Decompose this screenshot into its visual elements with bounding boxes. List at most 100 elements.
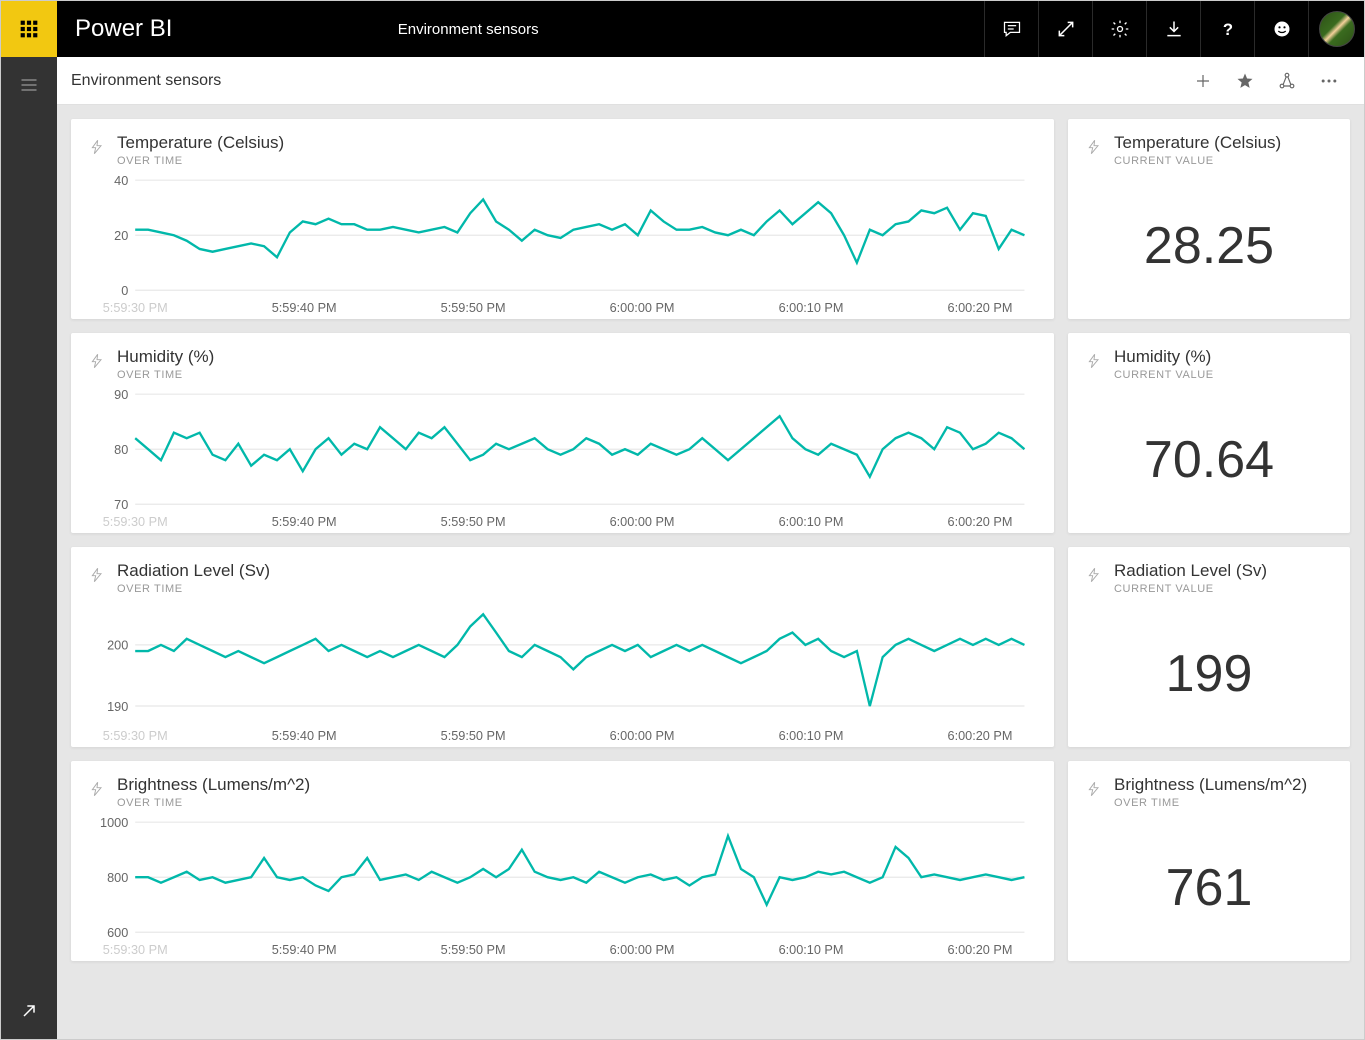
svg-text:200: 200 (107, 637, 128, 652)
tile-header: Temperature (Celsius) CURRENT VALUE (1068, 119, 1350, 173)
svg-text:5:59:30 PM: 5:59:30 PM (103, 728, 168, 743)
line-chart[interactable]: 708090 5:59:30 PM5:59:40 PM5:59:50 PM6:0… (89, 387, 1036, 531)
chart-tile[interactable]: Temperature (Celsius) OVER TIME 02040 5:… (71, 119, 1054, 319)
avatar-icon (1319, 11, 1355, 47)
download-button[interactable] (1146, 1, 1200, 57)
account-button[interactable] (1308, 1, 1364, 57)
tile-title: Humidity (%) (117, 347, 214, 367)
current-value: 28.25 (1144, 216, 1274, 276)
svg-text:6:00:10 PM: 6:00:10 PM (779, 300, 844, 315)
tile-subtitle: OVER TIME (117, 797, 310, 809)
tile-title: Radiation Level (Sv) (117, 561, 270, 581)
value-body: 199 (1068, 601, 1350, 747)
plus-icon (1194, 72, 1212, 90)
share-button[interactable] (1266, 57, 1308, 105)
svg-text:6:00:20 PM: 6:00:20 PM (948, 514, 1013, 529)
tile-title: Brightness (Lumens/m^2) (1114, 775, 1307, 795)
brand-label: Power BI (75, 15, 172, 43)
bolt-icon (1086, 779, 1102, 799)
settings-button[interactable] (1092, 1, 1146, 57)
expand-icon (1056, 19, 1076, 39)
svg-text:6:00:10 PM: 6:00:10 PM (779, 728, 844, 743)
svg-text:6:00:00 PM: 6:00:00 PM (610, 728, 675, 743)
nav-toggle-button[interactable] (1, 57, 57, 113)
feedback-button[interactable] (1254, 1, 1308, 57)
tile-title: Temperature (Celsius) (117, 133, 284, 153)
sub-header: Environment sensors (57, 57, 1364, 105)
more-icon (1319, 71, 1339, 91)
svg-text:90: 90 (114, 387, 128, 402)
arrow-out-icon (19, 1001, 39, 1021)
favorite-button[interactable] (1224, 57, 1266, 105)
svg-text:5:59:30 PM: 5:59:30 PM (103, 514, 168, 529)
app-launcher-button[interactable] (1, 1, 57, 57)
svg-text:6:00:20 PM: 6:00:20 PM (948, 728, 1013, 743)
tile-header: Humidity (%) CURRENT VALUE (1068, 333, 1350, 387)
tile-header: Brightness (Lumens/m^2) OVER TIME (1068, 761, 1350, 815)
comment-icon (1002, 19, 1022, 39)
value-body: 28.25 (1068, 173, 1350, 319)
line-chart[interactable]: 6008001000 5:59:30 PM5:59:40 PM5:59:50 P… (89, 815, 1036, 959)
value-tile[interactable]: Humidity (%) CURRENT VALUE 70.64 (1068, 333, 1350, 533)
svg-text:6:00:00 PM: 6:00:00 PM (610, 514, 675, 529)
top-actions: ? (984, 1, 1364, 57)
comments-button[interactable] (984, 1, 1038, 57)
more-button[interactable] (1308, 57, 1350, 105)
chart-body: 02040 5:59:30 PM5:59:40 PM5:59:50 PM6:00… (71, 173, 1054, 323)
tile-subtitle: CURRENT VALUE (1114, 369, 1214, 381)
svg-text:5:59:40 PM: 5:59:40 PM (272, 728, 337, 743)
chart-tile[interactable]: Brightness (Lumens/m^2) OVER TIME 600800… (71, 761, 1054, 961)
streaming-icon (1086, 779, 1102, 804)
tile-subtitle: CURRENT VALUE (1114, 583, 1267, 595)
streaming-icon (1086, 351, 1102, 376)
dashboard-row: Brightness (Lumens/m^2) OVER TIME 600800… (71, 761, 1350, 961)
line-chart[interactable]: 190 200 5:59:30 PM 5:59:40 PM 5:59:50 PM 6:0… (89, 601, 1036, 745)
current-value: 199 (1166, 644, 1253, 704)
line-chart[interactable]: 02040 5:59:30 PM5:59:40 PM5:59:50 PM6:00… (89, 173, 1036, 317)
bolt-icon (1086, 565, 1102, 585)
dashboard-grid: Temperature (Celsius) OVER TIME 02040 5:… (57, 105, 1364, 1039)
svg-text:5:59:30 PM: 5:59:30 PM (103, 942, 168, 957)
document-title: Environment sensors (172, 21, 984, 38)
svg-text:?: ? (1222, 20, 1232, 39)
top-bar: Power BI Environment sensors ? (1, 1, 1364, 57)
add-tile-button[interactable] (1182, 57, 1224, 105)
svg-text:5:59:40 PM: 5:59:40 PM (272, 514, 337, 529)
fullscreen-button[interactable] (1038, 1, 1092, 57)
chart-tile[interactable]: Radiation Level (Sv) OVER TIME 190 200 5:… (71, 547, 1054, 747)
value-tile[interactable]: Radiation Level (Sv) CURRENT VALUE 199 (1068, 547, 1350, 747)
tile-title: Humidity (%) (1114, 347, 1214, 367)
svg-text:190: 190 (107, 699, 128, 714)
download-icon (1164, 19, 1184, 39)
help-button[interactable]: ? (1200, 1, 1254, 57)
svg-text:5:59:50 PM: 5:59:50 PM (441, 728, 506, 743)
breadcrumb: Environment sensors (71, 72, 221, 90)
svg-text:6:00:00 PM: 6:00:00 PM (610, 300, 675, 315)
value-tile[interactable]: Temperature (Celsius) CURRENT VALUE 28.2… (1068, 119, 1350, 319)
tile-header: Brightness (Lumens/m^2) OVER TIME (71, 761, 1054, 815)
tile-header: Temperature (Celsius) OVER TIME (71, 119, 1054, 173)
streaming-icon (89, 565, 105, 590)
bolt-icon (89, 137, 105, 157)
tile-title: Brightness (Lumens/m^2) (117, 775, 310, 795)
bolt-icon (1086, 351, 1102, 371)
streaming-icon (1086, 565, 1102, 590)
left-sidebar (1, 57, 57, 1039)
chart-tile[interactable]: Humidity (%) OVER TIME 708090 5:59:30 PM… (71, 333, 1054, 533)
tile-subtitle: OVER TIME (117, 583, 270, 595)
tile-header: Radiation Level (Sv) CURRENT VALUE (1068, 547, 1350, 601)
gear-icon (1110, 19, 1130, 39)
tile-subtitle: CURRENT VALUE (1114, 155, 1281, 167)
tile-header: Radiation Level (Sv) OVER TIME (71, 547, 1054, 601)
svg-text:6:00:20 PM: 6:00:20 PM (948, 942, 1013, 957)
expand-out-button[interactable] (1, 983, 57, 1039)
svg-text:5:59:30 PM: 5:59:30 PM (103, 300, 168, 315)
svg-text:20: 20 (114, 228, 128, 243)
streaming-icon (1086, 137, 1102, 162)
svg-text:5:59:50 PM: 5:59:50 PM (441, 514, 506, 529)
svg-text:80: 80 (114, 442, 128, 457)
svg-text:1000: 1000 (100, 815, 128, 830)
hamburger-icon (19, 75, 39, 95)
value-tile[interactable]: Brightness (Lumens/m^2) OVER TIME 761 (1068, 761, 1350, 961)
tile-subtitle: OVER TIME (1114, 797, 1307, 809)
